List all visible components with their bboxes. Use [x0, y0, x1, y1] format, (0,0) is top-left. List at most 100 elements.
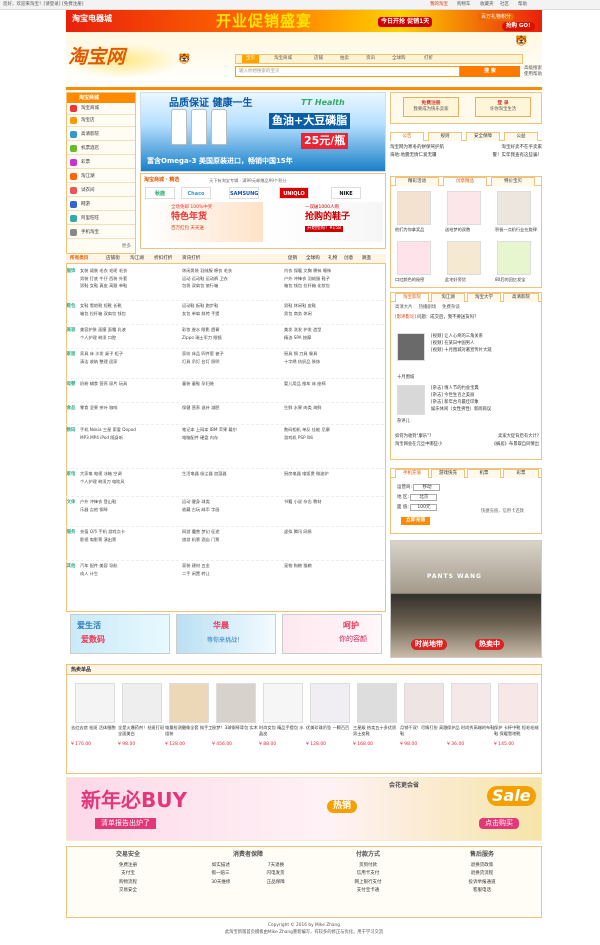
hot-item-image[interactable]	[451, 683, 491, 723]
footer-link[interactable]: 7天退换	[268, 862, 284, 871]
community-caption[interactable]: 十月围城	[397, 375, 414, 380]
tab-global[interactable]: 全球购	[306, 256, 320, 262]
featured-image[interactable]	[397, 241, 431, 275]
search-button[interactable]: 搜 索	[460, 66, 520, 77]
category-links[interactable]: 运动 健身 球类	[182, 498, 280, 506]
hot-item[interactable]: 秘梦！3球钢琴背包 实木 ¥ 456.00	[212, 683, 260, 748]
search-input[interactable]: 输入你想搜索的宝贝	[235, 66, 460, 77]
news-link[interactable]: 海地:地震无情仁爱无疆	[390, 152, 437, 160]
footer-link[interactable]: 退换货政策	[471, 862, 494, 871]
question-link[interactable]: 《蜗居》布景取自同情出	[492, 441, 539, 449]
tab-info[interactable]: 资讯打折	[182, 256, 200, 262]
community-caption[interactable]: 杂评儿	[397, 419, 410, 424]
category-links[interactable]: 精油 SPA 按摩	[284, 334, 382, 342]
tab-promo[interactable]: 促销	[288, 256, 297, 262]
tab-notice[interactable]: 公告	[390, 132, 424, 141]
category-links[interactable]: 个人护理 剃须 口腔	[80, 334, 178, 342]
topbar-link-community[interactable]: 社区	[500, 2, 509, 8]
news-link[interactable]: 淘宝好卖不在乎卖家	[502, 144, 543, 152]
category-links[interactable]: 旅游 机票 酒店 门票	[182, 536, 280, 544]
category-links[interactable]: 家纺 床品 四件套 被子	[182, 350, 280, 358]
footer-link[interactable]: 30天维修	[211, 879, 230, 888]
tab-creative[interactable]: 创意	[344, 256, 353, 262]
tab-jianghu[interactable]: 淘江湖	[130, 256, 144, 262]
tag-link[interactable]: 热播剧场	[419, 305, 437, 311]
category-links[interactable]: 厨具 锅 刀具 餐具	[284, 350, 382, 358]
tab-phone-recharge[interactable]: 手机充值	[395, 469, 429, 478]
featured-image[interactable]	[447, 191, 481, 225]
category-links[interactable]: 男装 打底 牛仔 西装 外套	[80, 275, 178, 283]
hot-item-name[interactable]: 电量检测摄像全套 纯手工组装	[165, 725, 213, 742]
footer-link[interactable]: 支付宝卡通	[357, 887, 380, 896]
category-links[interactable]: 虚拟 腾讯 网易	[284, 528, 382, 536]
category-links[interactable]: 童装 童鞋 孕妇装	[182, 380, 280, 388]
footer-link[interactable]: 网上银行支付	[355, 879, 382, 888]
hot-item[interactable]: 优美珍珠吊坠 一颗百百 ¥ 128.00	[306, 683, 354, 748]
tab-lottery[interactable]: 彩票	[503, 469, 539, 478]
category-links[interactable]: 个人护理 剃须刀 电吹风	[80, 478, 178, 486]
help-link[interactable]: 使用帮助	[524, 72, 542, 78]
recharge-button[interactable]: 立即充值	[401, 517, 431, 525]
community-link[interactable]: [杂志] 新年台鸟最佳印象	[431, 399, 491, 406]
topbar-link-help[interactable]: 帮助	[518, 2, 527, 8]
category-links[interactable]: 收藏 古玩 邮币 字画	[182, 506, 280, 514]
category-links[interactable]: 手机 Nokia 三星 索爱 Dopod	[80, 426, 178, 434]
tab-security[interactable]: 安全保障	[466, 132, 500, 141]
category-links[interactable]: 电脑配件 硬盘 内存	[182, 434, 280, 442]
category-links[interactable]: 厨房电器 电饭煲 微波炉	[284, 470, 382, 478]
hot-item-image[interactable]	[169, 683, 209, 723]
category-links[interactable]: 休闲男装 羽绒服 棉衣 毛衣	[182, 267, 280, 275]
community-link[interactable]: [杂志] 情人节的约会宝典	[431, 385, 491, 392]
category-links[interactable]: 灯具 吊灯 台灯 照明	[182, 358, 280, 366]
footer-link[interactable]: 闪电发货	[267, 870, 285, 879]
tab-featured-deals[interactable]: 特价宝贝	[491, 177, 535, 186]
big-ad-banner[interactable]: 新年必BUY 清单报告出炉了 会花更会省 热销 Sale 点击购买	[66, 777, 542, 841]
category-links[interactable]: 生活电器 吸尘器 加湿器	[182, 470, 280, 478]
tab-rules[interactable]: 规则	[428, 132, 462, 141]
tab-global[interactable]: 全球购	[392, 56, 406, 62]
hot-item[interactable]: 三星级 热卖五十多优质 男士皮鞋 ¥ 168.00	[353, 683, 401, 748]
left-menu-item[interactable]: 试衣间	[67, 185, 135, 197]
category-links[interactable]: 男鞋 休闲鞋 皮鞋	[284, 302, 382, 310]
hot-item-image[interactable]	[404, 683, 444, 723]
hot-item[interactable]: 保护品 时尚秀高端的布鞋 ¥ 36.00	[447, 683, 495, 748]
promo-top-banner[interactable]: 淘宝电器城 开业促销盛宴 今日开抢 促销1天 百万礼物积分 抢购 GO!	[66, 10, 542, 32]
hot-item-image[interactable]	[75, 683, 115, 723]
category-links[interactable]: 数码相机 单反 佳能 尼康	[284, 426, 382, 434]
topbar-link-favorites[interactable]: 收藏夹	[480, 2, 494, 8]
tab-flea[interactable]: 跳蚤	[362, 256, 371, 262]
category-links[interactable]: Zippo 瑞士军刀 眼镜	[182, 334, 280, 342]
category-links[interactable]: 零食 坚果 茶叶 咖啡	[80, 404, 178, 412]
community-link[interactable]: [杂志] 今世生百之美丽	[431, 392, 491, 399]
hot-item-image[interactable]	[216, 683, 256, 723]
footer-link[interactable]: 支付宝	[121, 870, 135, 879]
news-link[interactable]: 警！实年我查有这些骗！	[493, 152, 543, 160]
footer-link[interactable]: 交易安全	[119, 887, 137, 896]
category-links[interactable]: 笔记本 上网本 IBM 苹果 戴尔	[182, 426, 280, 434]
footer-link[interactable]: 正品保障	[267, 879, 285, 888]
tab-discount[interactable]: 打折	[424, 56, 433, 62]
hot-item-name[interactable]: 去红去痣 祛斑 活体细胞	[71, 725, 119, 742]
community-image[interactable]	[397, 333, 425, 361]
question-link[interactable]: 如何为收到"康乐"?	[395, 433, 431, 441]
category-links[interactable]: 充值 Q币 手机 游戏点卡	[80, 528, 178, 536]
amount-select[interactable]: 100元	[410, 504, 438, 511]
footer-link[interactable]: 如实描述	[212, 862, 230, 871]
hot-item[interactable]: 时尚女包 精品手提包 水晶皮 ¥ 88.00	[259, 683, 307, 748]
category-links[interactable]: 男鞋 女鞋 真皮 高跟 单鞋	[80, 282, 178, 290]
community-image[interactable]	[397, 385, 425, 415]
hot-item-name[interactable]: 保护品 时尚秀高端的布鞋	[447, 725, 495, 742]
left-menu-item[interactable]: 淘宝店	[67, 115, 135, 127]
category-links[interactable]: 游戏机 PSP Wii	[284, 434, 382, 442]
brand-logo[interactable]: Chaco	[181, 187, 211, 199]
category-links[interactable]: 保健 营养 滋补 减肥	[182, 404, 280, 412]
question-link[interactable]: 淘宝网会在元旦中哪些小	[395, 441, 442, 449]
tab-item[interactable]: 宝贝	[242, 55, 259, 63]
category-links[interactable]: 户外 冲锋衣 羽绒服 鞋子	[284, 275, 382, 283]
category-links[interactable]: 乐器 吉他 钢琴	[80, 506, 178, 514]
brand-logo[interactable]: UNIQLO	[279, 187, 309, 199]
ad-card[interactable]: 爱生活 爱数码	[70, 614, 170, 654]
welcome-text[interactable]: 您好，欢迎来淘宝！[请登录] [免费注册]	[3, 2, 83, 8]
left-menu-item[interactable]: 阿里旺旺	[67, 213, 135, 225]
category-links[interactable]: 包袋 双肩包 旅行箱	[182, 282, 280, 290]
